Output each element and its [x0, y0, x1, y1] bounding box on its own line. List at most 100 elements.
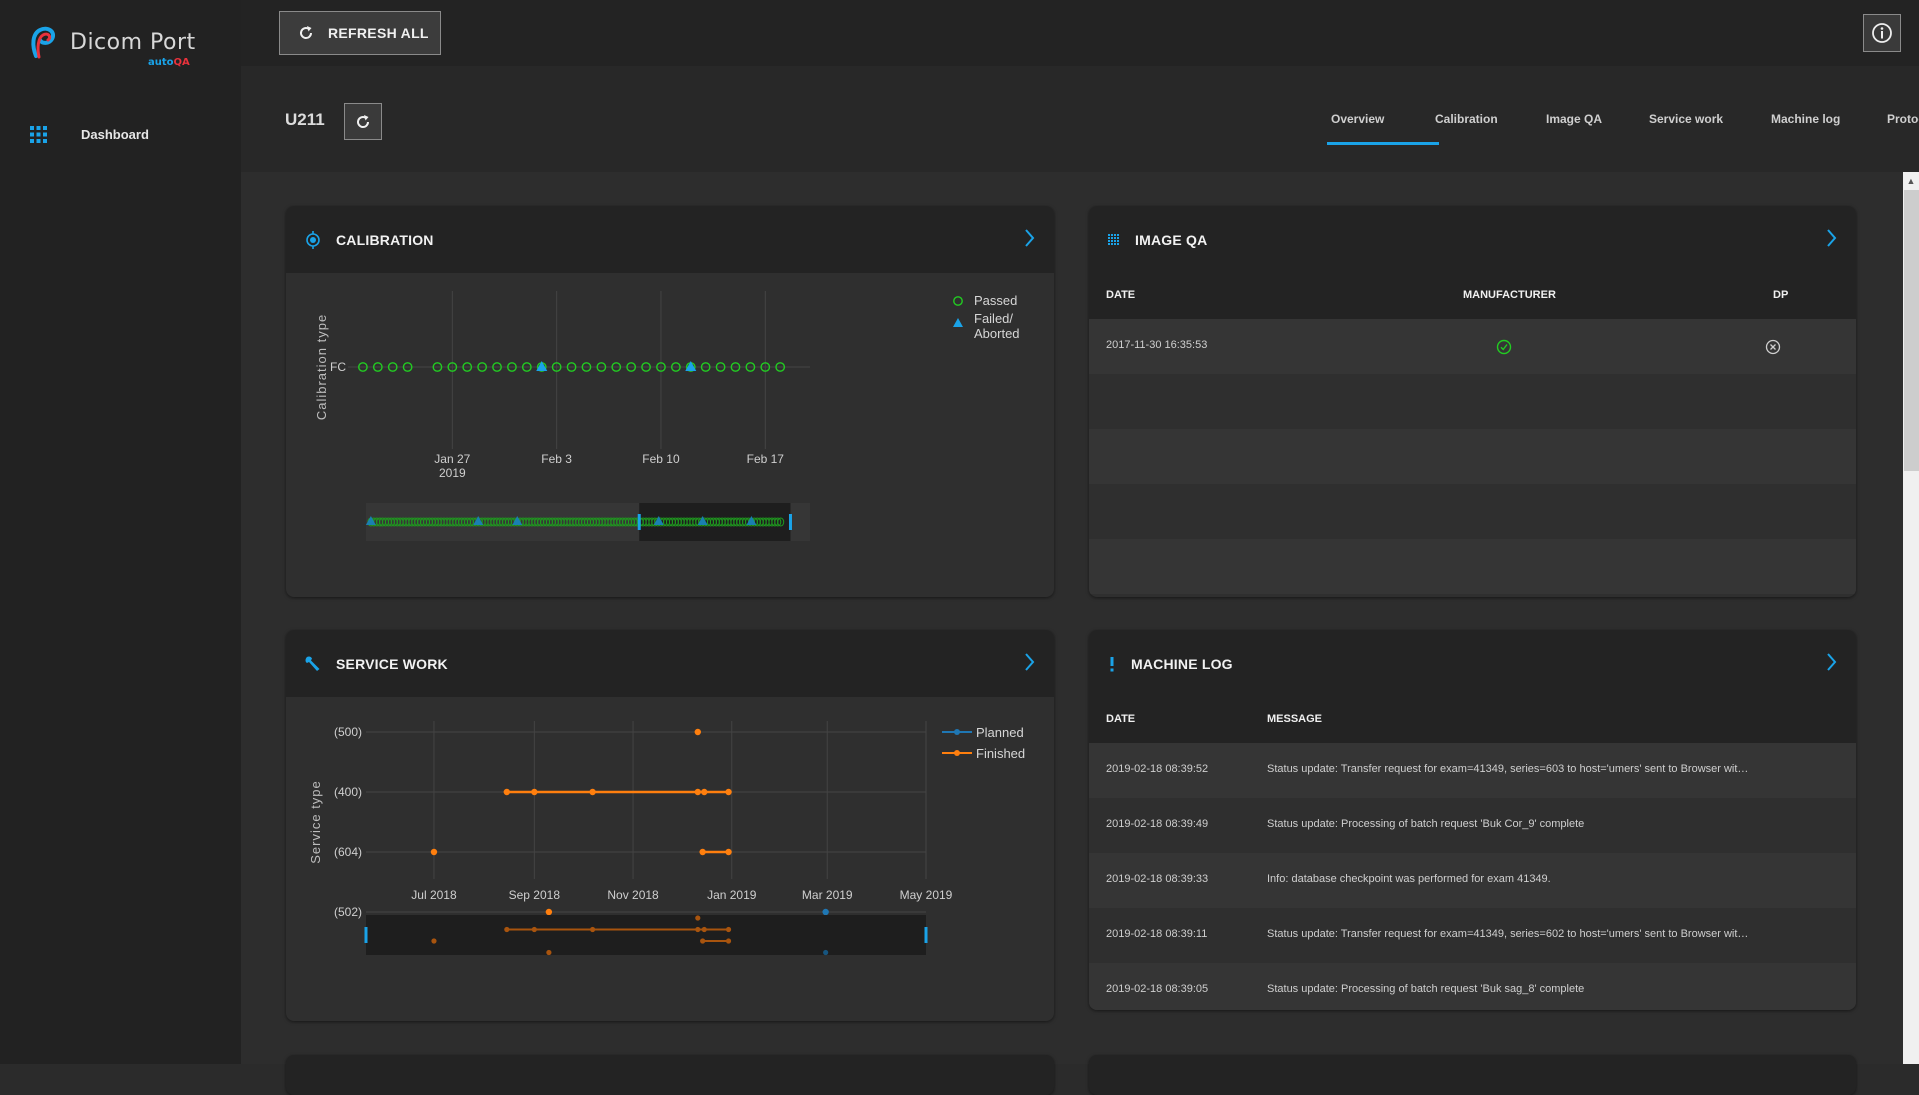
range-finished-point: [725, 938, 732, 944]
log-date: 2019-02-18 08:39:33: [1106, 873, 1209, 885]
machine-name: U211: [285, 110, 325, 129]
next-card-left: [286, 1055, 1054, 1095]
table-row[interactable]: 2017-11-30 16:35:53: [1089, 319, 1856, 374]
chevron-right-icon[interactable]: [1024, 652, 1036, 672]
card-title: IMAGE QA: [1135, 231, 1208, 248]
range-handle-right: [924, 927, 928, 943]
log-message: Status update: Transfer request for exam…: [1267, 928, 1749, 940]
x-tick-label: Mar 2019: [802, 888, 853, 902]
legend-finished-label: Finished: [976, 746, 1025, 761]
tab-label: Machine log: [1771, 112, 1841, 126]
log-row[interactable]: 2019-02-18 08:39:33 Info: database check…: [1089, 853, 1856, 908]
log-date: 2019-02-18 08:39:49: [1106, 818, 1209, 830]
x-tick-label: Feb 3: [541, 452, 572, 466]
range-finished-point: [531, 926, 537, 933]
top-bar: REFRESH ALL: [241, 0, 1919, 66]
tab-calibration[interactable]: Calibration: [1435, 112, 1546, 142]
log-row[interactable]: 2019-02-18 08:39:11 Status update: Trans…: [1089, 908, 1856, 963]
y-tick-label: (502): [334, 905, 362, 919]
range-finished-point: [589, 926, 596, 933]
range-finished-point: [546, 949, 552, 956]
machine-header: U211 Overview Calibration Image QA Servi…: [241, 66, 1919, 172]
log-row[interactable]: 2019-02-18 08:39:52 Status update: Trans…: [1089, 743, 1856, 798]
column-header-manufacturer: MANUFACTURER: [1463, 289, 1556, 301]
tab-image-qa[interactable]: Image QA: [1546, 112, 1649, 142]
x-circle-icon: [1765, 339, 1781, 355]
service-work-card: SERVICE WORK Jul 2018 Sep 2018 Nov 2018 Jan…: [286, 630, 1054, 1021]
wrench-icon: [305, 656, 320, 671]
legend-finished-marker: [954, 750, 960, 756]
logo-sub-auto: auto: [148, 57, 174, 68]
log-message: Info: database checkpoint was performed …: [1267, 873, 1551, 885]
page-scrollbar[interactable]: ▲: [1903, 172, 1919, 1064]
tab-label: Overview: [1331, 112, 1385, 126]
card-header: MACHINE LOG: [1089, 630, 1856, 697]
image-qa-card: IMAGE QA DATE MANUFACTURER DP 2017-11-30…: [1089, 206, 1856, 597]
range-handle-right: [788, 514, 792, 530]
legend-failed-label: Failed/: [974, 311, 1013, 326]
tab-protocol-lists[interactable]: Protocol lists: [1887, 112, 1919, 142]
tab-label: Protocol lists: [1887, 112, 1919, 126]
chevron-right-icon[interactable]: [1826, 228, 1838, 248]
chevron-right-icon[interactable]: [1024, 228, 1036, 248]
refresh-icon: [357, 114, 370, 128]
sidebar-item-dashboard[interactable]: Dashboard: [30, 122, 149, 146]
card-header: IMAGE QA: [1089, 206, 1856, 273]
next-card-right: [1089, 1055, 1856, 1095]
tab-machine-log[interactable]: Machine log: [1771, 112, 1887, 142]
refresh-all-button[interactable]: REFRESH ALL: [279, 11, 441, 55]
finished-point: [531, 788, 538, 796]
range-planned-point: [823, 949, 829, 956]
refresh-icon: [300, 26, 313, 39]
info-button[interactable]: [1863, 14, 1901, 52]
log-message: Status update: Processing of batch reque…: [1267, 818, 1585, 830]
finished-point: [503, 788, 511, 796]
range-finished-point: [701, 926, 707, 933]
range-finished-point: [431, 938, 437, 944]
tab-overview[interactable]: Overview: [1327, 112, 1439, 145]
log-row[interactable]: 2019-02-18 08:39:49 Status update: Proce…: [1089, 798, 1856, 853]
scrollbar-thumb[interactable]: [1904, 190, 1919, 471]
image-grid-icon: [1108, 233, 1119, 245]
x-tick-label: Feb 17: [747, 452, 785, 466]
card-title: CALIBRATION: [336, 231, 434, 248]
app-logo: Dicom Port autoQA: [30, 26, 210, 72]
logo-sub-qa: QA: [173, 57, 190, 68]
x-tick-label: Jul 2018: [411, 888, 457, 902]
check-circle-icon: [1496, 339, 1512, 355]
exclamation-icon: [1110, 656, 1114, 671]
finished-point: [701, 788, 708, 796]
scroll-up-icon[interactable]: ▲: [1903, 172, 1919, 189]
column-header-dp: DP: [1773, 289, 1789, 301]
sidebar-item-label: Dashboard: [81, 126, 149, 142]
refresh-machine-button[interactable]: [344, 103, 382, 140]
finished-point: [694, 728, 701, 736]
refresh-all-label: REFRESH ALL: [328, 25, 429, 41]
logo-subtitle: autoQA: [148, 57, 190, 68]
x-tick-label: Jan 27: [434, 452, 470, 466]
y-tick-label: FC: [330, 360, 346, 374]
table-row-empty: [1089, 539, 1856, 594]
calibration-card: CALIBRATION Jan 27 2019 Feb 3 Feb 10 Feb 17 F…: [286, 206, 1054, 597]
chevron-right-icon[interactable]: [1826, 652, 1838, 672]
log-message: Status update: Transfer request for exam…: [1267, 763, 1749, 775]
y-axis-label: Service type: [308, 780, 323, 864]
service-work-chart[interactable]: Jul 2018 Sep 2018 Nov 2018 Jan 2019 Mar 2019…: [286, 697, 1054, 1021]
logo-mark-icon: [31, 26, 55, 59]
machine-log-card: MACHINE LOG DATE MESSAGE 2019-02-18 08:3…: [1089, 630, 1856, 1010]
tab-label: Service work: [1649, 112, 1724, 126]
calibration-chart[interactable]: Jan 272019 Feb 3 Feb 10 Feb 17 FCCalibration…: [286, 273, 1054, 597]
card-title: SERVICE WORK: [336, 655, 448, 672]
log-date: 2019-02-18 08:39:11: [1106, 928, 1208, 940]
finished-point: [545, 908, 553, 916]
range-handle-left: [364, 927, 368, 943]
row-date: 2017-11-30 16:35:53: [1106, 339, 1208, 351]
tab-service-work[interactable]: Service work: [1649, 112, 1771, 142]
log-row[interactable]: 2019-02-18 08:39:05 Status update: Proce…: [1089, 963, 1856, 1010]
finished-point: [430, 848, 438, 856]
finished-point: [725, 848, 732, 856]
legend-failed-marker: [953, 318, 963, 327]
legend-failed-label-2: Aborted: [974, 326, 1020, 341]
range-finished-point: [695, 915, 701, 921]
sidebar: Dicom Port autoQA Dashboard: [0, 0, 241, 1064]
